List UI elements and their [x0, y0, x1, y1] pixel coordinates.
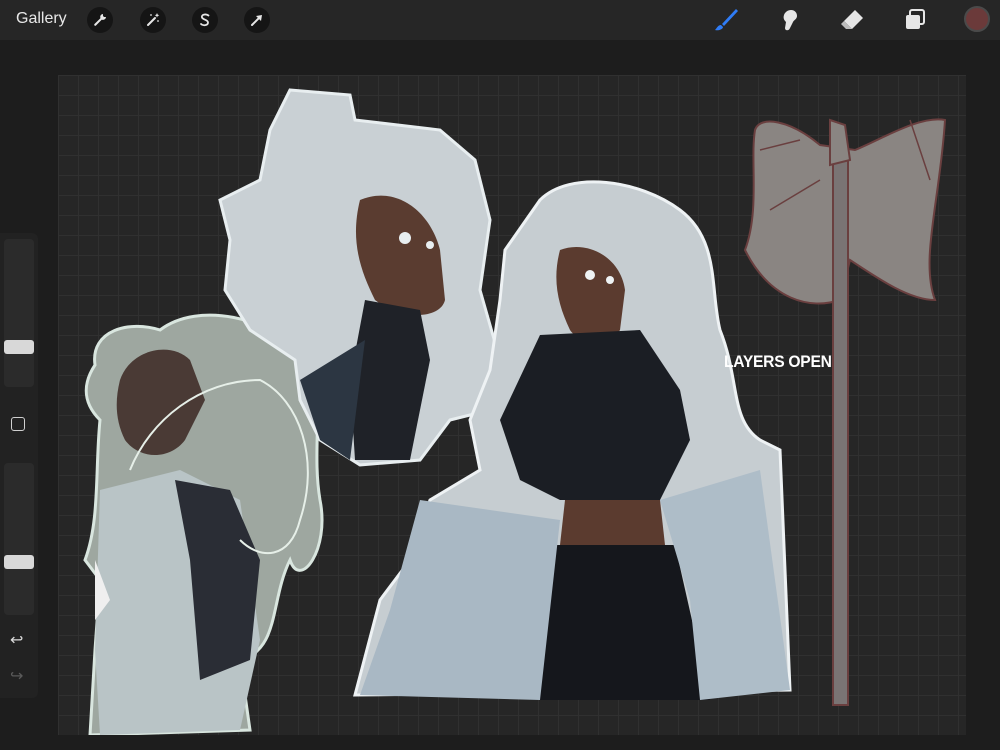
color-picker-button[interactable] [964, 6, 990, 32]
modify-button[interactable] [11, 417, 25, 431]
undo-icon[interactable]: ↩ [10, 630, 23, 649]
arrow-transform-icon [251, 15, 262, 26]
artwork [83, 88, 947, 735]
left-sidebar [0, 233, 38, 698]
eraser-icon [841, 10, 863, 29]
transform-button[interactable] [244, 7, 270, 33]
eraser-tool[interactable] [838, 6, 866, 34]
drawing-canvas[interactable]: LAYERS OPEN [58, 75, 966, 735]
magic-wand-icon [147, 13, 160, 26]
gallery-button[interactable]: Gallery [16, 10, 67, 28]
actions-button[interactable] [87, 7, 113, 33]
redo-icon[interactable]: ↪ [10, 666, 23, 685]
sketch-figure-left [83, 313, 324, 735]
canvas-annotation-text: LAYERS OPEN [724, 352, 832, 371]
selection-button[interactable] [192, 7, 218, 33]
opacity-thumb[interactable] [4, 555, 34, 569]
smudge-icon [783, 10, 797, 31]
selection-s-icon [200, 13, 210, 27]
smudge-tool[interactable] [775, 6, 803, 34]
brush-icon [715, 9, 738, 31]
layers-tool[interactable] [901, 6, 929, 34]
brush-tool[interactable] [712, 6, 740, 34]
layers-icon [906, 9, 925, 29]
adjustments-button[interactable] [140, 7, 166, 33]
brush-size-slider[interactable] [4, 239, 34, 387]
wrench-icon [94, 14, 106, 26]
opacity-slider[interactable] [4, 463, 34, 615]
brush-size-thumb[interactable] [4, 340, 34, 354]
top-toolbar: Gallery [0, 0, 1000, 40]
